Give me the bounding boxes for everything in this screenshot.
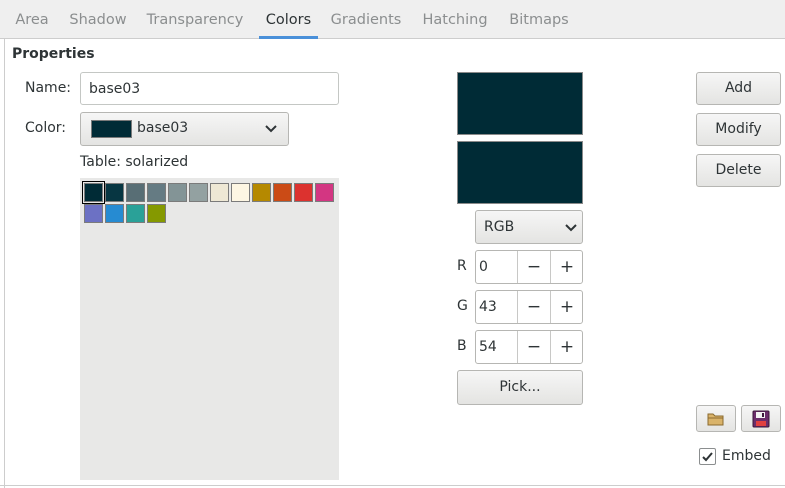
increment-button[interactable]: + — [550, 251, 583, 283]
color-label: Color: — [25, 120, 67, 136]
new-color-preview — [457, 141, 583, 204]
channel-b-value[interactable]: 54 — [479, 339, 497, 355]
modify-button[interactable]: Modify — [696, 113, 781, 146]
table-label: Table: solarized — [80, 154, 189, 170]
old-color-preview — [457, 72, 583, 135]
channel-r-spinner[interactable]: 0 − + — [475, 250, 583, 284]
increment-button[interactable]: + — [550, 331, 583, 363]
palette-swatch[interactable] — [126, 183, 145, 202]
decrement-button[interactable]: − — [517, 291, 550, 323]
palette-swatch[interactable] — [231, 183, 250, 202]
tab-hatching[interactable]: Hatching — [416, 0, 494, 38]
palette-swatch[interactable] — [273, 183, 292, 202]
decrement-button[interactable]: − — [517, 331, 550, 363]
color-swatch — [91, 120, 132, 138]
name-field[interactable] — [80, 72, 339, 105]
palette-swatch[interactable] — [126, 204, 145, 223]
name-label: Name: — [25, 80, 72, 96]
palette-swatch[interactable] — [82, 181, 105, 204]
section-title: Properties — [12, 46, 95, 62]
palette-swatch[interactable] — [168, 183, 187, 202]
color-dropdown[interactable]: base03 — [80, 112, 289, 146]
channel-b-spinner[interactable]: 54 − + — [475, 330, 583, 364]
color-mode-value: RGB — [484, 219, 515, 235]
palette-swatch[interactable] — [189, 183, 208, 202]
decrement-button[interactable]: − — [517, 251, 550, 283]
chevron-down-icon — [565, 224, 577, 232]
frame-left-border — [4, 39, 5, 488]
save-palette-button[interactable] — [741, 405, 781, 432]
tab-bar: Area Shadow Transparency Colors Gradient… — [0, 0, 785, 39]
add-button[interactable]: Add — [696, 72, 781, 105]
folder-icon — [707, 413, 724, 426]
embed-checkbox[interactable] — [699, 448, 716, 465]
tab-colors[interactable]: Colors — [259, 0, 318, 39]
tab-shadow[interactable]: Shadow — [62, 0, 134, 38]
frame-bottom-border — [0, 485, 785, 486]
palette-swatch[interactable] — [105, 183, 124, 202]
palette-swatch[interactable] — [147, 183, 166, 202]
pick-button[interactable]: Pick... — [457, 370, 583, 405]
tab-transparency[interactable]: Transparency — [140, 0, 250, 38]
checkmark-icon — [702, 452, 713, 462]
palette-swatch[interactable] — [315, 183, 334, 202]
floppy-disk-icon — [752, 410, 770, 428]
tab-area[interactable]: Area — [7, 0, 57, 38]
palette-swatch[interactable] — [105, 204, 124, 223]
palette-swatch[interactable] — [294, 183, 313, 202]
tab-bitmaps[interactable]: Bitmaps — [503, 0, 575, 38]
palette-swatch[interactable] — [147, 204, 166, 223]
color-dropdown-value: base03 — [137, 120, 189, 136]
channel-r-value[interactable]: 0 — [479, 259, 488, 275]
tab-gradients[interactable]: Gradients — [326, 0, 406, 38]
palette-swatch[interactable] — [252, 183, 271, 202]
channel-label-b: B — [457, 338, 467, 354]
palette-swatch[interactable] — [84, 204, 103, 223]
color-palette — [80, 178, 339, 480]
channel-label-g: G — [457, 298, 468, 314]
color-mode-dropdown[interactable]: RGB — [475, 210, 583, 244]
increment-button[interactable]: + — [550, 291, 583, 323]
embed-label: Embed — [722, 448, 771, 464]
channel-g-value[interactable]: 43 — [479, 299, 497, 315]
chevron-down-icon — [265, 125, 277, 133]
channel-g-spinner[interactable]: 43 − + — [475, 290, 583, 324]
palette-swatch[interactable] — [210, 183, 229, 202]
load-palette-button[interactable] — [696, 405, 736, 432]
channel-label-r: R — [457, 258, 467, 274]
delete-button[interactable]: Delete — [696, 154, 781, 187]
